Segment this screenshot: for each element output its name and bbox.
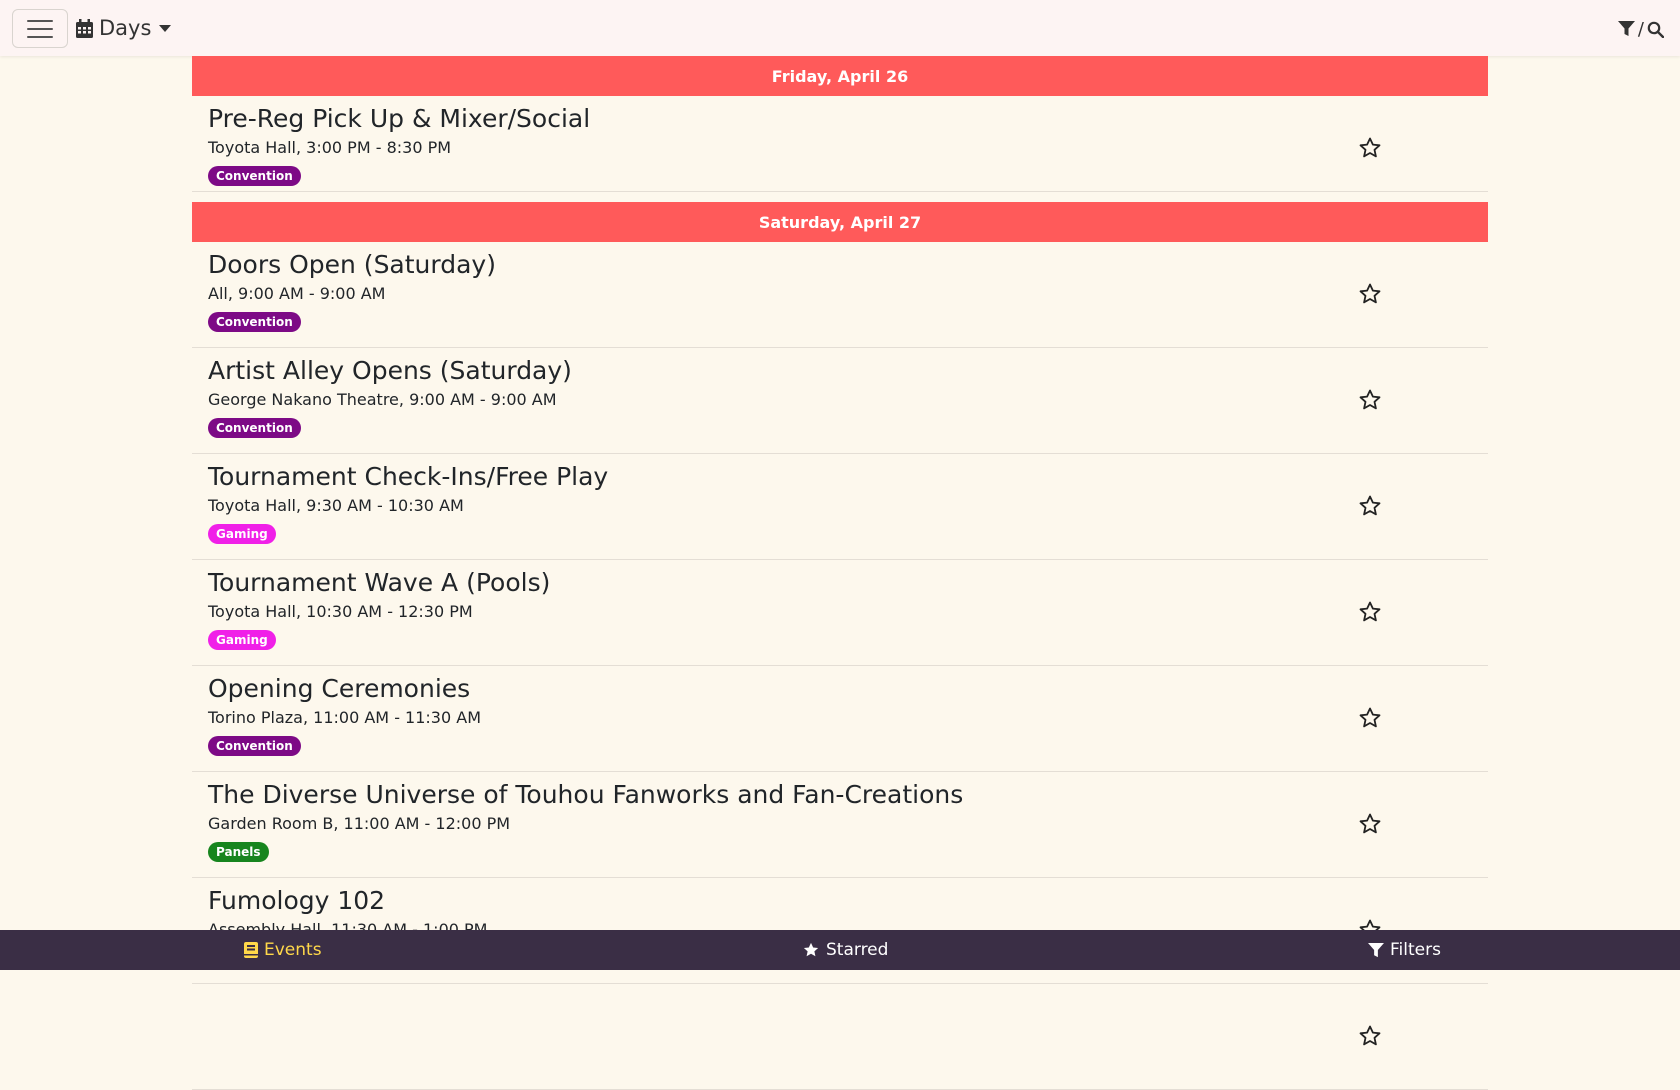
event-location-time: Toyota Hall, 3:00 PM - 8:30 PM (208, 138, 452, 157)
menu-toggle-button[interactable] (12, 9, 68, 48)
event-title: The Diverse Universe of Touhou Fanworks … (208, 780, 964, 809)
tab-starred-label: Starred (826, 940, 889, 960)
star-icon[interactable] (1358, 812, 1382, 836)
event-location-time: Torino Plaza, 11:00 AM - 11:30 AM (208, 708, 481, 727)
category-badge: Convention (208, 736, 301, 756)
event-title: Doors Open (Saturday) (208, 250, 496, 279)
event-item[interactable]: The Diverse Universe of Touhou Fanworks … (192, 772, 1488, 878)
event-title: Opening Ceremonies (208, 674, 471, 703)
tab-starred[interactable]: Starred (802, 930, 888, 970)
tab-filters[interactable]: Filters (1368, 930, 1441, 970)
tab-events-label: Events (264, 940, 322, 960)
event-item[interactable]: Pre-Reg Pick Up & Mixer/Social Toyota Ha… (192, 96, 1488, 192)
days-dropdown-toggle[interactable]: Days (76, 14, 172, 42)
category-badge: Convention (208, 418, 301, 438)
filter-icon (1617, 21, 1635, 36)
event-title: Tournament Check-Ins/Free Play (208, 462, 609, 491)
star-icon[interactable] (1358, 494, 1382, 518)
event-location-time: Garden Room B, 11:00 AM - 12:00 PM (208, 814, 511, 833)
bottom-tab-bar: Events Starred Filters (0, 930, 1680, 970)
star-icon[interactable] (1358, 388, 1382, 412)
event-title: Tournament Wave A (Pools) (208, 568, 551, 597)
star-icon[interactable] (1358, 282, 1382, 306)
event-location-time: Toyota Hall, 9:30 AM - 10:30 AM (208, 496, 464, 515)
event-location-time: George Nakano Theatre, 9:00 AM - 9:00 AM (208, 390, 557, 409)
category-badge: Panels (208, 842, 269, 862)
hamburger-icon (27, 19, 53, 22)
event-title: Artist Alley Opens (Saturday) (208, 356, 572, 385)
event-item[interactable] (192, 984, 1488, 1090)
separator-text: / (1637, 18, 1644, 40)
star-icon[interactable] (1358, 706, 1382, 730)
star-filled-icon (803, 942, 819, 957)
tab-events[interactable]: Events (244, 930, 322, 970)
category-badge: Gaming (208, 524, 276, 544)
category-badge: Convention (208, 312, 301, 332)
event-item[interactable]: Tournament Check-Ins/Free Play Toyota Ha… (192, 454, 1488, 560)
category-badge: Gaming (208, 630, 276, 650)
event-item[interactable]: Opening Ceremonies Torino Plaza, 11:00 A… (192, 666, 1488, 772)
category-badge: Convention (208, 166, 301, 186)
star-icon[interactable] (1358, 600, 1382, 624)
day-header: Saturday, April 27 (192, 202, 1488, 242)
filter-search-toggle[interactable]: / (1617, 18, 1664, 40)
star-icon[interactable] (1358, 1024, 1382, 1048)
filter-icon (1368, 942, 1384, 957)
event-item[interactable]: Tournament Wave A (Pools) Toyota Hall, 1… (192, 560, 1488, 666)
book-icon (244, 942, 258, 958)
event-location-time: Toyota Hall, 10:30 AM - 12:30 PM (208, 602, 473, 621)
caret-down-icon (159, 24, 172, 32)
days-label: Days (99, 16, 152, 40)
calendar-icon (76, 18, 93, 38)
event-item[interactable]: Artist Alley Opens (Saturday) George Nak… (192, 348, 1488, 454)
tab-filters-label: Filters (1390, 940, 1441, 960)
top-navbar: Days / (0, 0, 1680, 56)
day-header: Friday, April 26 (192, 56, 1488, 96)
event-title: Fumology 102 (208, 886, 386, 915)
event-item[interactable]: Doors Open (Saturday) All, 9:00 AM - 9:0… (192, 242, 1488, 348)
star-icon[interactable] (1358, 136, 1382, 160)
search-icon (1647, 21, 1664, 38)
event-location-time: All, 9:00 AM - 9:00 AM (208, 284, 386, 303)
event-title: Pre-Reg Pick Up & Mixer/Social (208, 104, 591, 133)
